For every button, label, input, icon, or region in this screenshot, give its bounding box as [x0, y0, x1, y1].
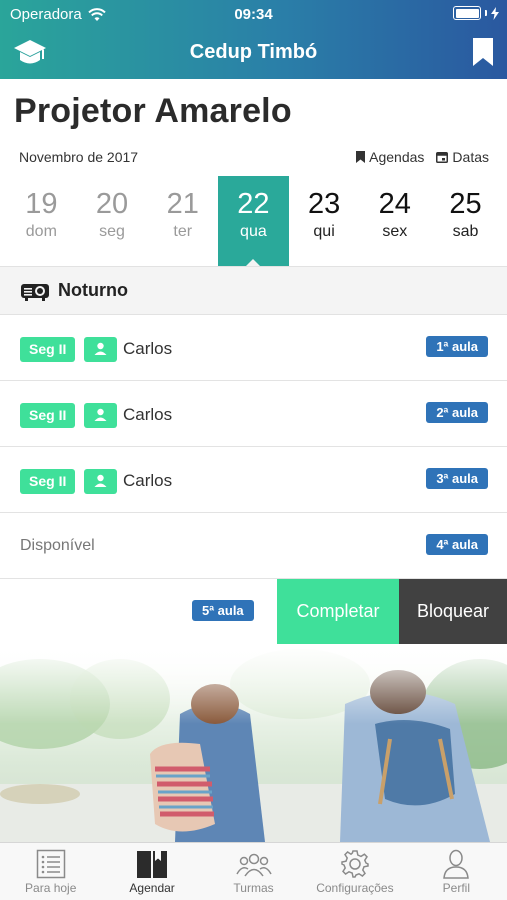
day-weekday: dom	[25, 223, 57, 240]
top-links: Agendas Datas	[356, 149, 489, 165]
app-header: Operadora 09:34 Cedup Timbó	[0, 0, 507, 79]
user-icon	[84, 337, 117, 362]
week-strip: 19 dom 20 seg 21 ter 22 qua 23 qui 24 se…	[6, 176, 501, 266]
day-22-selected[interactable]: 22 qua	[218, 176, 289, 266]
tab-label: Agendar	[129, 881, 175, 895]
projector-icon	[21, 283, 49, 301]
class-tag: Seg II	[20, 469, 76, 494]
slot-row-5-swiped[interactable]: 5ª aula Completar Bloquear	[0, 579, 507, 645]
list-icon	[36, 849, 65, 879]
background-photo	[0, 644, 507, 842]
tab-configuracoes[interactable]: Configurações	[304, 843, 405, 900]
tab-bar: Para hoje Agendar Turmas Configurações P…	[0, 842, 507, 900]
day-number: 20	[95, 188, 129, 220]
tab-label: Turmas	[233, 881, 274, 895]
agendas-label: Agendas	[369, 149, 425, 165]
day-number: 25	[449, 188, 482, 220]
user-icon	[84, 403, 117, 428]
slot-row-3[interactable]: Seg II Carlos 3ª aula	[0, 447, 507, 513]
available-label: Disponível	[20, 537, 95, 554]
class-tag: Seg II	[20, 403, 76, 428]
day-23[interactable]: 23 qui	[289, 176, 360, 266]
tab-label: Para hoje	[25, 881, 77, 895]
day-weekday: sab	[452, 223, 479, 240]
lesson-badge: 4ª aula	[426, 534, 488, 555]
status-bar: Operadora 09:34	[0, 0, 507, 28]
tab-perfil[interactable]: Perfil	[406, 843, 507, 900]
tab-agendar[interactable]: Agendar	[101, 843, 202, 900]
day-number: 23	[307, 188, 341, 220]
day-weekday: ter	[173, 223, 193, 240]
lesson-badge: 2ª aula	[426, 402, 488, 423]
month-label: Novembro de 2017	[19, 149, 139, 165]
day-20[interactable]: 20 seg	[77, 176, 148, 266]
page-title: Projetor Amarelo	[14, 92, 292, 130]
tab-para-hoje[interactable]: Para hoje	[0, 843, 101, 900]
bookmark-icon[interactable]	[471, 37, 495, 67]
battery-indicator	[453, 6, 499, 20]
day-weekday: qui	[313, 223, 335, 240]
slot-row-2[interactable]: Seg II Carlos 2ª aula	[0, 381, 507, 447]
block-button[interactable]: Bloquear	[399, 579, 507, 644]
calendar-icon	[436, 152, 449, 163]
datas-link[interactable]: Datas	[436, 149, 489, 165]
charging-icon	[491, 6, 499, 20]
class-tag: Seg II	[20, 337, 76, 362]
slot-row-4[interactable]: Disponível 4ª aula	[0, 513, 507, 579]
user-icon	[84, 469, 117, 494]
day-number: 24	[378, 188, 411, 220]
agendas-link[interactable]: Agendas	[356, 149, 424, 165]
day-25[interactable]: 25 sab	[430, 176, 501, 266]
period-header: Noturno	[0, 266, 507, 315]
tab-label: Perfil	[442, 881, 470, 895]
day-number: 19	[25, 188, 58, 220]
person-icon	[443, 849, 470, 879]
day-weekday: qua	[240, 223, 267, 240]
lesson-badge: 1ª aula	[426, 336, 488, 357]
lesson-badge: 3ª aula	[426, 468, 488, 489]
day-19[interactable]: 19 dom	[6, 176, 77, 266]
lesson-badge: 5ª aula	[192, 600, 254, 621]
nav-title: Cedup Timbó	[189, 41, 318, 63]
datas-label: Datas	[452, 149, 489, 165]
teacher-name: Carlos	[123, 405, 173, 424]
status-time: 09:34	[234, 6, 273, 23]
group-icon	[235, 853, 272, 877]
teacher-name: Carlos	[123, 339, 173, 358]
nav-bar: Cedup Timbó	[0, 28, 507, 79]
day-number: 22	[237, 188, 270, 220]
period-label: Noturno	[58, 280, 128, 300]
day-weekday: sex	[382, 223, 408, 240]
tab-turmas[interactable]: Turmas	[203, 843, 304, 900]
bookmark-small-icon	[356, 151, 366, 163]
day-number: 21	[166, 188, 199, 220]
book-icon	[137, 851, 168, 878]
day-21[interactable]: 21 ter	[147, 176, 218, 266]
slot-row-1[interactable]: Seg II Carlos 1ª aula	[0, 315, 507, 381]
complete-button[interactable]: Completar	[277, 579, 399, 644]
day-weekday: seg	[99, 223, 125, 240]
day-24[interactable]: 24 sex	[359, 176, 430, 266]
teacher-name: Carlos	[123, 471, 173, 490]
gear-icon	[341, 850, 369, 878]
battery-icon	[453, 6, 481, 20]
tab-label: Configurações	[316, 881, 394, 895]
